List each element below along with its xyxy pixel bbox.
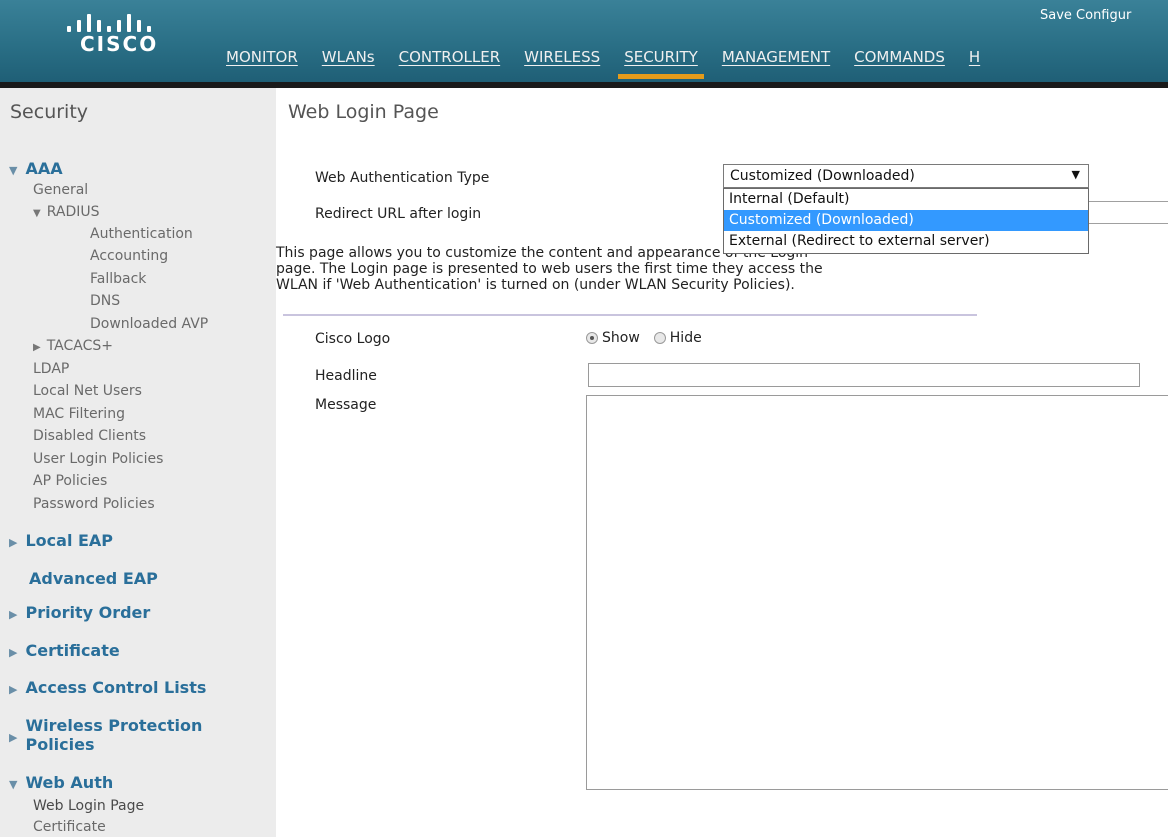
sidebar: Security ▼ AAA General ▼ RADIUS Authentica…: [0, 88, 276, 837]
auth-type-selected-value: Customized (Downloaded): [730, 168, 915, 184]
save-configuration-label: Save Configur: [1040, 8, 1132, 23]
sidebar-item-disabled-clients[interactable]: Disabled Clients: [33, 428, 146, 444]
headline-label: Headline: [315, 368, 377, 384]
chevron-right-icon: ▶: [9, 731, 18, 744]
chevron-right-icon: ▶: [9, 683, 18, 696]
cisco-logo-bars: [65, 10, 159, 32]
sidebar-item-password-policies[interactable]: Password Policies: [33, 496, 155, 512]
headline-input[interactable]: [588, 363, 1140, 387]
page-title: Web Login Page: [288, 101, 439, 123]
description-line: page. The Login page is presented to web…: [276, 261, 823, 277]
description-line: WLAN if 'Web Authentication' is turned o…: [276, 277, 795, 293]
dropdown-arrow-icon: ▼: [1071, 168, 1080, 181]
cisco-logo-radio-group: Show Hide: [586, 330, 716, 346]
menu-commands[interactable]: COMMANDS: [854, 44, 945, 74]
cisco-logo-label: Cisco Logo: [315, 331, 391, 347]
sidebar-item-ap-policies[interactable]: AP Policies: [33, 473, 107, 489]
redirect-url-label: Redirect URL after login: [315, 206, 482, 222]
sidebar-item-mac-filtering[interactable]: MAC Filtering: [33, 406, 125, 422]
sidebar-item-user-login-policies[interactable]: User Login Policies: [33, 451, 163, 467]
sidebar-item-label: AAA: [25, 159, 63, 178]
dropdown-option-internal[interactable]: Internal (Default): [724, 189, 1088, 210]
sidebar-title: Security: [10, 101, 89, 123]
chevron-right-icon: ▶: [33, 342, 41, 353]
menu-wlans[interactable]: WLANs: [322, 44, 375, 74]
sidebar-item-accounting[interactable]: Accounting: [90, 248, 168, 264]
sidebar-item-advanced-eap[interactable]: Advanced EAP: [29, 569, 158, 588]
sidebar-item-general[interactable]: General: [33, 182, 88, 198]
sidebar-item-tacacs[interactable]: ▶ TACACS+: [33, 338, 113, 354]
sidebar-item-label: Local EAP: [25, 531, 114, 550]
sidebar-item-web-login-page[interactable]: Web Login Page: [33, 798, 144, 814]
auth-type-dropdown-list: Internal (Default) Customized (Downloade…: [723, 188, 1089, 254]
message-label: Message: [315, 397, 377, 413]
menu-monitor[interactable]: MONITOR: [226, 44, 298, 74]
sidebar-item-wireless-protection[interactable]: ▶ Wireless Protection Policies: [9, 716, 202, 754]
hide-radio[interactable]: [653, 332, 666, 344]
dropdown-option-external[interactable]: External (Redirect to external server): [724, 231, 1088, 252]
auth-type-label: Web Authentication Type: [315, 170, 490, 186]
chevron-right-icon: ▶: [9, 608, 18, 621]
cisco-logo: CISCO: [62, 10, 162, 60]
chevron-down-icon: ▼: [33, 208, 41, 219]
section-divider: [283, 314, 977, 316]
sidebar-item-ldap[interactable]: LDAP: [33, 361, 69, 377]
save-configuration-link[interactable]: Save Configur: [1040, 8, 1131, 23]
chevron-right-icon: ▶: [9, 536, 18, 549]
top-header: CISCO Save Configur MONITOR WLANs CONTRO…: [0, 0, 1168, 82]
menu-wireless[interactable]: WIRELESS: [524, 44, 600, 74]
hide-radio-label: Hide: [669, 330, 702, 346]
menu-security[interactable]: SECURITY: [618, 44, 704, 79]
sidebar-item-fallback[interactable]: Fallback: [90, 271, 146, 287]
redirect-url-input[interactable]: [1088, 201, 1168, 224]
message-textarea[interactable]: [586, 395, 1168, 790]
dropdown-option-customized[interactable]: Customized (Downloaded): [724, 210, 1088, 231]
sidebar-item-access-control-lists[interactable]: ▶ Access Control Lists: [9, 678, 206, 697]
sidebar-item-label: TACACS+: [46, 338, 113, 354]
sidebar-item-certificate[interactable]: ▶ Certificate: [9, 641, 120, 660]
sidebar-item-dns[interactable]: DNS: [90, 293, 120, 309]
sidebar-item-label: Wireless Protection: [25, 716, 203, 735]
sidebar-item-label: Certificate: [25, 641, 120, 660]
sidebar-item-priority-order[interactable]: ▶ Priority Order: [9, 603, 150, 622]
cisco-logo-text: CISCO: [80, 32, 159, 56]
menu-management[interactable]: MANAGEMENT: [722, 44, 830, 74]
chevron-down-icon: ▼: [9, 778, 18, 791]
sidebar-item-label: Access Control Lists: [25, 678, 207, 697]
menu-controller[interactable]: CONTROLLER: [399, 44, 501, 74]
auth-type-select[interactable]: Customized (Downloaded) ▼: [723, 164, 1089, 188]
sidebar-item-web-certificate[interactable]: Certificate: [33, 819, 106, 835]
sidebar-item-web-auth[interactable]: ▼ Web Auth: [9, 773, 113, 792]
show-radio[interactable]: [586, 332, 598, 344]
sidebar-item-label-line2: Policies: [25, 735, 95, 754]
sidebar-item-label: RADIUS: [46, 204, 100, 220]
chevron-right-icon: ▶: [9, 646, 18, 659]
sidebar-item-local-net-users[interactable]: Local Net Users: [33, 383, 142, 399]
sidebar-item-authentication[interactable]: Authentication: [90, 226, 193, 242]
menu-help[interactable]: H: [969, 44, 980, 74]
show-radio-label: Show: [602, 330, 640, 346]
main-menu: MONITOR WLANs CONTROLLER WIRELESS SECURI…: [226, 44, 1004, 79]
sidebar-item-local-eap[interactable]: ▶ Local EAP: [9, 531, 113, 550]
sidebar-item-radius[interactable]: ▼ RADIUS: [33, 204, 99, 220]
sidebar-item-label: Priority Order: [25, 603, 151, 622]
sidebar-item-label: Web Auth: [25, 773, 114, 792]
sidebar-item-aaa[interactable]: ▼ AAA: [9, 159, 63, 178]
sidebar-item-downloaded-avp[interactable]: Downloaded AVP: [90, 316, 208, 332]
chevron-down-icon: ▼: [9, 164, 18, 177]
